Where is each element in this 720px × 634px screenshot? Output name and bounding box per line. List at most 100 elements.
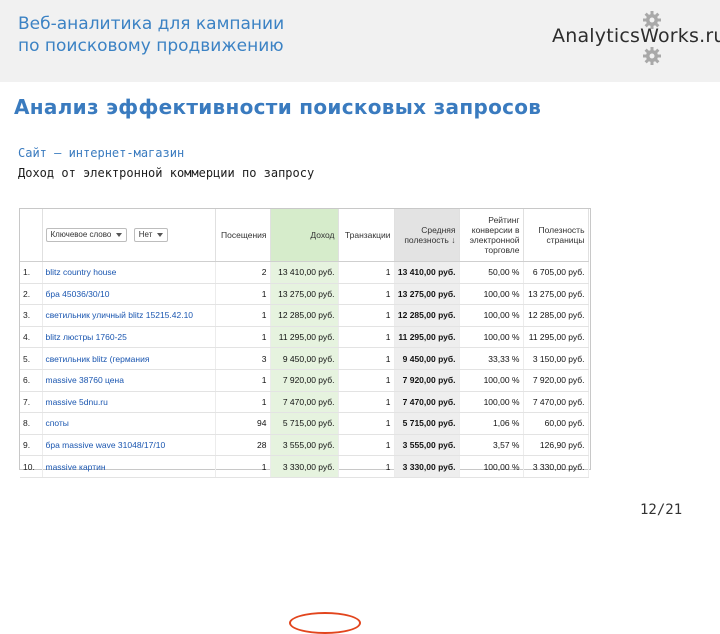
avg-value-cell: 13 275,00 руб. <box>394 283 460 306</box>
slide-subtitle-report: Доход от электронной коммерции по запрос… <box>18 166 315 180</box>
conversion-rate-cell: 50,00 % <box>459 261 524 284</box>
visits-cell: 1 <box>215 391 271 414</box>
avg-value-cell: 3 555,00 руб. <box>394 434 460 457</box>
avg-value-cell: 7 920,00 руб. <box>394 369 460 392</box>
table-row: 8. споты 94 5 715,00 руб. 1 5 715,00 руб. 1,06… <box>20 412 589 435</box>
sort-desc-icon: ↓ <box>451 235 456 245</box>
row-number: 2. <box>20 283 43 306</box>
column-header-visits[interactable]: Посещения <box>215 209 271 262</box>
row-number: 4. <box>20 326 43 349</box>
page-value-cell: 6 705,00 руб. <box>523 261 589 284</box>
transactions-cell: 1 <box>338 261 395 284</box>
keyword-link[interactable]: massive 38760 цена <box>42 369 216 392</box>
avg-value-label: Средняя полезность <box>404 225 456 245</box>
row-number: 6. <box>20 369 43 392</box>
conversion-rate-cell: 33,33 % <box>459 347 524 370</box>
keyword-link[interactable]: blitz люстры 1760-25 <box>42 326 216 349</box>
transactions-cell: 1 <box>338 455 395 478</box>
transactions-cell: 1 <box>338 347 395 370</box>
slide-title: Анализ эффективности поисковых запросов <box>14 95 542 119</box>
table-row: 3. светильник уличный blitz 15215.42.10 1 1… <box>20 304 589 327</box>
page-value-cell: 3 330,00 руб. <box>523 455 589 478</box>
transactions-cell: 1 <box>338 304 395 327</box>
page-value-cell: 7 470,00 руб. <box>523 391 589 414</box>
conversion-rate-cell: 3,57 % <box>459 434 524 457</box>
gear-icon <box>643 47 661 65</box>
column-header-page-value[interactable]: Полезность страницы <box>523 209 589 262</box>
revenue-cell: 5 715,00 руб. <box>270 412 339 435</box>
avg-value-cell: 11 295,00 руб. <box>394 326 460 349</box>
keyword-link[interactable]: blitz country house <box>42 261 216 284</box>
conversion-rate-cell: 100,00 % <box>459 283 524 306</box>
table-row: 2. бра 45036/30/10 1 13 275,00 руб. 1 13 275,… <box>20 283 589 306</box>
column-header-conversion-rate[interactable]: Рейтинг конверсии в электронной торговле <box>459 209 524 262</box>
column-header-revenue[interactable]: Доход <box>270 209 339 262</box>
transactions-cell: 1 <box>338 434 395 457</box>
page-value-cell: 3 150,00 руб. <box>523 347 589 370</box>
slide-subtitle-site: Сайт – интернет-магазин <box>18 146 185 160</box>
chevron-down-icon <box>116 232 123 237</box>
dimension-dropdown-label: Ключевое слово <box>50 230 112 239</box>
keyword-link[interactable]: бра massive wave 31048/17/10 <box>42 434 216 457</box>
table-row: 10. massive картин 1 3 330,00 руб. 1 3 330,00… <box>20 455 589 478</box>
avg-value-cell: 7 470,00 руб. <box>394 391 460 414</box>
revenue-cell: 9 450,00 руб. <box>270 347 339 370</box>
page-value-cell: 60,00 руб. <box>523 412 589 435</box>
revenue-cell: 3 555,00 руб. <box>270 434 339 457</box>
transactions-cell: 1 <box>338 326 395 349</box>
column-header-transactions[interactable]: Транзакции <box>338 209 395 262</box>
avg-value-cell: 3 330,00 руб. <box>394 455 460 478</box>
page-value-cell: 7 920,00 руб. <box>523 369 589 392</box>
row-number: 3. <box>20 304 43 327</box>
visits-cell: 1 <box>215 283 271 306</box>
transactions-cell: 1 <box>338 391 395 414</box>
visits-cell: 1 <box>215 304 271 327</box>
visits-cell: 94 <box>215 412 271 435</box>
avg-value-cell: 13 410,00 руб. <box>394 261 460 284</box>
revenue-cell: 11 295,00 руб. <box>270 326 339 349</box>
avg-value-cell: 9 450,00 руб. <box>394 347 460 370</box>
logo-text: AnalyticsWorks.ru <box>552 25 720 47</box>
table-row: 1. blitz country house 2 13 410,00 руб. 1 13 … <box>20 261 589 284</box>
keyword-link[interactable]: massive картин <box>42 455 216 478</box>
revenue-cell: 13 410,00 руб. <box>270 261 339 284</box>
header-title-line2: по поисковому продвижению <box>18 36 284 56</box>
keyword-link[interactable]: massive 5dnu.ru <box>42 391 216 414</box>
transactions-cell: 1 <box>338 412 395 435</box>
chevron-down-icon <box>157 232 164 237</box>
column-header-avg-value[interactable]: Средняя полезность ↓ <box>394 209 460 262</box>
visits-cell: 1 <box>215 369 271 392</box>
row-number: 1. <box>20 261 43 284</box>
revenue-cell: 13 275,00 руб. <box>270 283 339 306</box>
revenue-cell: 12 285,00 руб. <box>270 304 339 327</box>
table-row: 5. светильник blitz (германия 3 9 450,00 ру… <box>20 347 589 370</box>
dimension-dropdown[interactable]: Ключевое слово <box>45 228 128 242</box>
keyword-link[interactable]: бра 45036/30/10 <box>42 283 216 306</box>
revenue-cell: 7 920,00 руб. <box>270 369 339 392</box>
keyword-link[interactable]: светильник blitz (германия <box>42 347 216 370</box>
keyword-link[interactable]: споты <box>42 412 216 435</box>
report-table: Ключевое слово Нет Посещения Доход Транз… <box>20 209 589 478</box>
visits-cell: 1 <box>215 455 271 478</box>
report-table-container: Ключевое слово Нет Посещения Доход Транз… <box>19 208 591 634</box>
keyword-link[interactable]: светильник уличный blitz 15215.42.10 <box>42 304 216 327</box>
secondary-dimension-dropdown[interactable]: Нет <box>133 228 169 242</box>
avg-value-cell: 12 285,00 руб. <box>394 304 460 327</box>
table-row: 7. massive 5dnu.ru 1 7 470,00 руб. 1 7 470,00… <box>20 391 589 414</box>
secondary-dropdown-label: Нет <box>138 230 153 239</box>
logo: AnalyticsWorks.ru <box>552 11 720 66</box>
page-value-cell: 11 295,00 руб. <box>523 326 589 349</box>
row-number: 10. <box>20 455 43 478</box>
header-title: Веб-аналитика для кампании по поисковому… <box>18 13 378 57</box>
revenue-cell: 7 470,00 руб. <box>270 391 339 414</box>
revenue-cell: 3 330,00 руб. <box>270 455 339 478</box>
row-number: 7. <box>20 391 43 414</box>
transactions-cell: 1 <box>338 283 395 306</box>
row-number: 8. <box>20 412 43 435</box>
transactions-cell: 1 <box>338 369 395 392</box>
avg-value-cell: 5 715,00 руб. <box>394 412 460 435</box>
visits-cell: 1 <box>215 326 271 349</box>
header-dimension-cell: Ключевое слово Нет <box>42 209 216 262</box>
conversion-rate-cell: 100,00 % <box>459 455 524 478</box>
row-number: 9. <box>20 434 43 457</box>
